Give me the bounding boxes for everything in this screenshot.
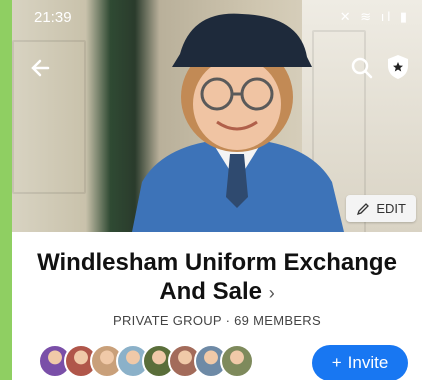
group-privacy: PRIVATE GROUP	[113, 313, 222, 328]
back-button[interactable]	[24, 52, 56, 84]
group-meta: PRIVATE GROUP · 69 MEMBERS	[12, 313, 422, 328]
phone-screen: 21:39 ✕ ≋ ıl ▮ EDIT Windlesham Uniform E…	[12, 0, 422, 380]
edit-label: EDIT	[376, 201, 406, 216]
admin-tools-button[interactable]	[386, 54, 416, 84]
search-icon	[351, 57, 373, 79]
arrow-left-icon	[31, 59, 50, 77]
status-bar: 21:39 ✕ ≋ ıl ▮	[12, 0, 422, 34]
cover-photo-subject	[132, 13, 344, 232]
pencil-icon	[357, 202, 370, 215]
group-cover-photo: 21:39 ✕ ≋ ıl ▮ EDIT	[12, 0, 422, 232]
chevron-right-icon: ›	[268, 283, 275, 303]
member-avatars[interactable]	[38, 344, 254, 380]
invite-label: Invite	[347, 353, 389, 372]
edit-cover-button[interactable]: EDIT	[346, 195, 416, 222]
group-members-count: 69 MEMBERS	[234, 313, 321, 328]
meta-separator: ·	[225, 313, 231, 328]
invite-button[interactable]: + Invite	[312, 345, 408, 380]
plus-icon: +	[331, 353, 342, 372]
group-title[interactable]: Windlesham Uniform Exchange And Sale ›	[12, 248, 422, 308]
group-name: Windlesham Uniform Exchange And Sale	[37, 249, 397, 305]
status-icons: ✕ ≋ ıl ▮	[339, 9, 410, 24]
avatar[interactable]	[220, 344, 254, 378]
search-button[interactable]	[346, 52, 378, 84]
shield-star-icon	[388, 55, 408, 79]
status-time: 21:39	[34, 9, 72, 26]
